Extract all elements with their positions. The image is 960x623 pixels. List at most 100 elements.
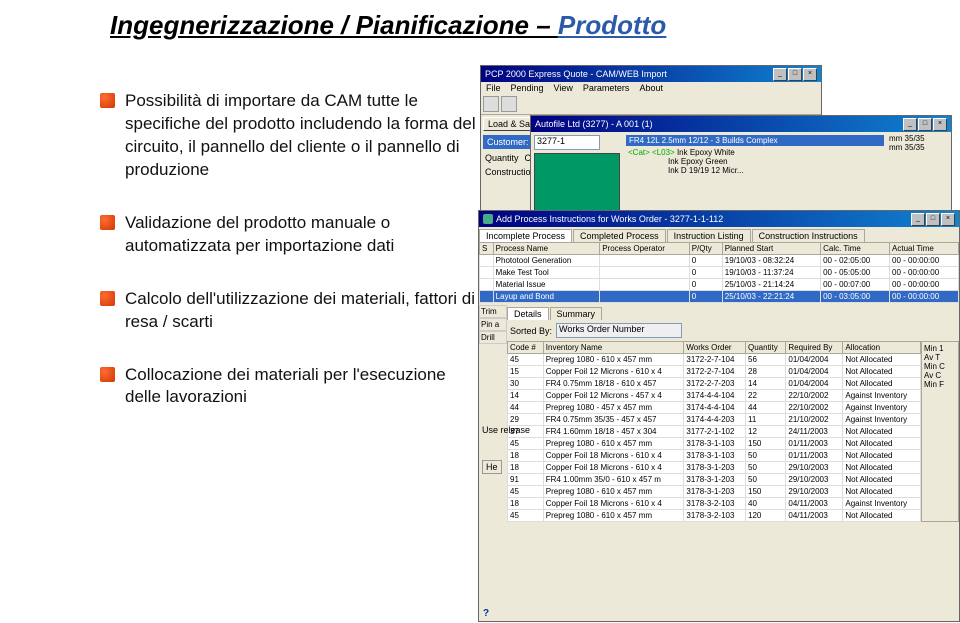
- col-quantity[interactable]: Quantity: [746, 342, 786, 354]
- bullet-item: Possibilità di importare da CAM tutte le…: [100, 90, 480, 182]
- title-part-1: Ingegnerizzazione / Pianificazione –: [110, 10, 558, 40]
- col-allocation[interactable]: Allocation: [843, 342, 921, 354]
- drill-row[interactable]: Drill: [479, 331, 507, 344]
- col-works-order[interactable]: Works Order: [684, 342, 746, 354]
- menu-file[interactable]: File: [486, 83, 501, 93]
- help-fragment[interactable]: He: [482, 460, 502, 474]
- maximize-icon[interactable]: □: [788, 68, 802, 81]
- tab-incomplete[interactable]: Incomplete Process: [479, 229, 572, 242]
- mm-value-2: mm 35/35: [889, 143, 949, 152]
- mm-value-1: mm 35/35: [889, 134, 949, 143]
- table-row[interactable]: 37FR4 1.60mm 18/18 - 457 x 3043177-2-1-1…: [508, 426, 921, 438]
- right-label: Av T: [924, 353, 956, 362]
- sorted-by-label: Sorted By:: [510, 326, 552, 336]
- bullet-item: Validazione del prodotto manuale o autom…: [100, 212, 480, 258]
- details-table[interactable]: Code # Inventory Name Works Order Quanti…: [507, 341, 921, 522]
- titlebar[interactable]: Autofile Ltd (3277) - A 001 (1) _ □ ×: [531, 116, 951, 132]
- table-row[interactable]: Phototool Generation019/10/03 - 08:32:24…: [480, 255, 959, 267]
- help-icon[interactable]: ?: [483, 608, 489, 619]
- titlebar-buttons: _ □ ×: [773, 68, 817, 81]
- bullet-text: Validazione del prodotto manuale o autom…: [125, 212, 480, 258]
- sorted-by-select[interactable]: Works Order Number: [556, 323, 682, 338]
- col-operator[interactable]: Process Operator: [600, 243, 689, 255]
- tab-completed[interactable]: Completed Process: [573, 229, 666, 242]
- toolbar: [481, 94, 821, 115]
- window-title: Autofile Ltd (3277) - A 001 (1): [535, 119, 653, 129]
- table-row[interactable]: 45Prepreg 1080 - 610 x 457 mm3178-3-1-20…: [508, 486, 921, 498]
- right-label: Av C: [924, 371, 956, 380]
- col-calc-time[interactable]: Calc. Time: [821, 243, 890, 255]
- pin-row[interactable]: Pin a: [479, 318, 507, 331]
- close-icon[interactable]: ×: [803, 68, 817, 81]
- close-icon[interactable]: ×: [933, 118, 947, 131]
- menu-view[interactable]: View: [554, 83, 573, 93]
- col-inventory-name[interactable]: Inventory Name: [543, 342, 684, 354]
- bullet-item: Collocazione dei materiali per l'esecuzi…: [100, 364, 480, 410]
- col-actual-time[interactable]: Actual Time: [890, 243, 959, 255]
- bullet-icon: [100, 93, 115, 108]
- col-required-by[interactable]: Required By: [786, 342, 843, 354]
- minimize-icon[interactable]: _: [773, 68, 787, 81]
- bullet-text: Collocazione dei materiali per l'esecuzi…: [125, 364, 480, 410]
- customer-label: Customer:: [487, 137, 529, 147]
- right-label: Min F: [924, 380, 956, 389]
- table-row[interactable]: 29FR4 0.75mm 35/35 - 457 x 4573174-4-4-2…: [508, 414, 921, 426]
- tab-details[interactable]: Details: [507, 307, 549, 320]
- col-code[interactable]: Code #: [508, 342, 544, 354]
- window-title: PCP 2000 Express Quote - CAM/WEB Import: [485, 69, 667, 79]
- bullet-icon: [100, 291, 115, 306]
- close-icon[interactable]: ×: [941, 213, 955, 226]
- process-table[interactable]: S Process Name Process Operator P/Qty Pl…: [479, 242, 959, 303]
- table-row[interactable]: 18Copper Foil 18 Microns - 610 x 43178-3…: [508, 450, 921, 462]
- construction-label-2: Construction: [485, 167, 536, 177]
- ink-line-2: Ink Epoxy Green: [668, 157, 728, 166]
- table-row[interactable]: 15Copper Foil 12 Microns - 610 x 43172-2…: [508, 366, 921, 378]
- menu-parameters[interactable]: Parameters: [583, 83, 630, 93]
- bullet-icon: [100, 215, 115, 230]
- table-header-row: S Process Name Process Operator P/Qty Pl…: [480, 243, 959, 255]
- table-row-selected[interactable]: Layup and Bond025/10/03 - 22:21:2400 - 0…: [480, 291, 959, 303]
- detail-tabs: Details Summary: [507, 307, 959, 320]
- table-row[interactable]: 91FR4 1.00mm 35/0 - 610 x 457 m3178-3-1-…: [508, 474, 921, 486]
- toolbar-icon[interactable]: [501, 96, 517, 112]
- titlebar-buttons: _ □ ×: [903, 118, 947, 131]
- ink-micr: Ink D 19/19 12 Micr...: [668, 166, 744, 175]
- usage-fragment: Use release: [482, 425, 530, 435]
- trim-row[interactable]: Trim: [479, 305, 507, 318]
- maximize-icon[interactable]: □: [918, 118, 932, 131]
- col-planned-start[interactable]: Planned Start: [722, 243, 820, 255]
- col-s[interactable]: S: [480, 243, 494, 255]
- table-row[interactable]: Make Test Tool019/10/03 - 11:37:2400 - 0…: [480, 267, 959, 279]
- window-title: Add Process Instructions for Works Order…: [496, 214, 723, 224]
- tab-summary[interactable]: Summary: [550, 307, 603, 320]
- titlebar[interactable]: Add Process Instructions for Works Order…: [479, 211, 959, 227]
- part-number-input[interactable]: 3277-1: [534, 135, 600, 150]
- table-row[interactable]: 30FR4 0.75mm 18/18 - 610 x 4573172-2-7-2…: [508, 378, 921, 390]
- pcb-preview: [534, 153, 620, 214]
- table-row[interactable]: 44Prepreg 1080 - 457 x 457 mm3174-4-4-10…: [508, 402, 921, 414]
- maximize-icon[interactable]: □: [926, 213, 940, 226]
- process-instructions-window: Add Process Instructions for Works Order…: [478, 210, 960, 622]
- bullet-text: Calcolo dell'utilizzazione dei materiali…: [125, 288, 480, 334]
- table-row[interactable]: 18Copper Foil 18 Microns - 610 x 43178-3…: [508, 498, 921, 510]
- table-row[interactable]: 45Prepreg 1080 - 610 x 457 mm3178-3-2-10…: [508, 510, 921, 522]
- minimize-icon[interactable]: _: [911, 213, 925, 226]
- app-icon: [483, 214, 493, 224]
- tab-construction[interactable]: Construction Instructions: [752, 229, 865, 242]
- table-row[interactable]: 45Prepreg 1080 - 610 x 457 mm3178-3-1-10…: [508, 438, 921, 450]
- titlebar-buttons: _ □ ×: [911, 213, 955, 226]
- table-row[interactable]: Material Issue025/10/03 - 21:14:2400 - 0…: [480, 279, 959, 291]
- quantity-label: Quantity: [485, 153, 519, 163]
- col-process-name[interactable]: Process Name: [493, 243, 600, 255]
- titlebar[interactable]: PCP 2000 Express Quote - CAM/WEB Import …: [481, 66, 821, 82]
- toolbar-icon[interactable]: [483, 96, 499, 112]
- table-row[interactable]: 18Copper Foil 18 Microns - 610 x 43178-3…: [508, 462, 921, 474]
- tab-instruction-listing[interactable]: Instruction Listing: [667, 229, 751, 242]
- table-header-row: Code # Inventory Name Works Order Quanti…: [508, 342, 921, 354]
- table-row[interactable]: 45Prepreg 1080 - 610 x 457 mm3172-2-7-10…: [508, 354, 921, 366]
- menu-about[interactable]: About: [639, 83, 663, 93]
- table-row[interactable]: 14Copper Foil 12 Microns - 457 x 43174-4…: [508, 390, 921, 402]
- col-pqty[interactable]: P/Qty: [689, 243, 722, 255]
- menu-pending[interactable]: Pending: [511, 83, 544, 93]
- minimize-icon[interactable]: _: [903, 118, 917, 131]
